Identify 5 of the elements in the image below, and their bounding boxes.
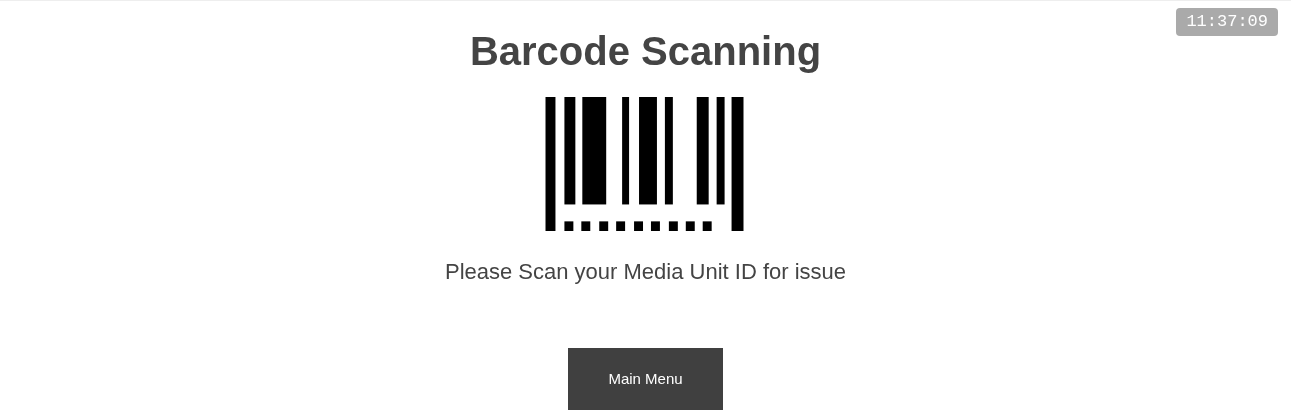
- clock: 11:37:09: [1176, 8, 1278, 36]
- barcode-icon: [544, 97, 745, 232]
- page-title: Barcode Scanning: [469, 28, 822, 75]
- instruction-text: Please Scan your Media Unit ID for issue: [444, 258, 847, 287]
- main-menu-button[interactable]: Main Menu: [568, 348, 723, 410]
